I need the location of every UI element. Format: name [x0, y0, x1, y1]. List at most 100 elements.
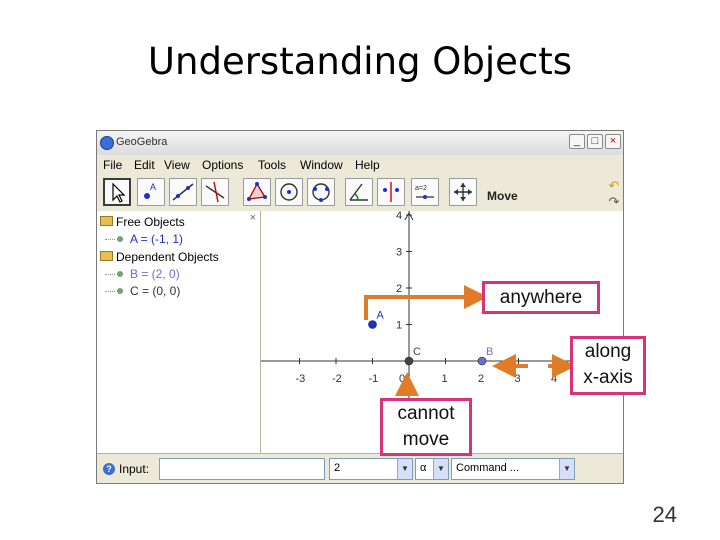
chevron-down-icon[interactable]: ▼	[559, 459, 574, 479]
input-help-icon[interactable]: ?	[103, 463, 115, 475]
geogebra-app-icon	[100, 136, 114, 150]
callout-anywhere: anywhere	[482, 281, 600, 314]
x-tick-label: 3	[515, 373, 521, 385]
x-tick-label: 0	[399, 373, 405, 385]
angle-icon	[349, 183, 368, 201]
algebra-item-a[interactable]: A = (-1, 1)	[105, 232, 183, 246]
algebra-item-a-text: A = (-1, 1)	[130, 232, 184, 246]
slider-tool-label: a=2	[415, 185, 427, 192]
x-tick-label: 4	[551, 373, 557, 385]
symbol-combo[interactable]: α ▼	[415, 458, 449, 480]
input-field[interactable]	[159, 458, 325, 480]
line-icon	[172, 183, 194, 201]
callout-cannot-move: cannot move	[380, 398, 472, 456]
callout-anywhere-text: anywhere	[499, 287, 583, 308]
point-tool-label: A	[150, 182, 156, 192]
x-tick-label: -2	[332, 373, 342, 385]
command-combo[interactable]: Command ... ▼	[451, 458, 575, 480]
number-combo[interactable]: 2 ▼	[329, 458, 413, 480]
x-tick-label: 2	[478, 373, 484, 385]
x-tick-label: 1	[442, 373, 448, 385]
visibility-dot-icon[interactable]	[117, 236, 123, 242]
cursor-arrow-icon	[112, 182, 126, 203]
algebra-item-c-text: C = (0, 0)	[130, 284, 181, 298]
visibility-dot-icon[interactable]	[117, 271, 123, 277]
point-tool[interactable]: A	[137, 178, 165, 206]
callout-along-line2: x-axis	[583, 367, 633, 388]
move-view-arrows-icon	[454, 183, 472, 201]
menu-help[interactable]: Help	[355, 158, 380, 172]
point-c-label: C	[413, 346, 421, 358]
free-objects-label: Free Objects	[116, 215, 185, 229]
x-tick-label: -1	[369, 373, 379, 385]
algebra-item-b-text: B = (2, 0)	[130, 267, 180, 281]
move-view-tool[interactable]	[449, 178, 477, 206]
move-tool[interactable]	[103, 178, 131, 206]
menu-bar: File Edit View Options Tools Window Help	[97, 155, 623, 175]
menu-file[interactable]: File	[103, 158, 122, 172]
folder-icon	[100, 216, 113, 226]
polygon-icon	[247, 182, 267, 201]
y-tick-label: 4	[396, 211, 402, 222]
point-icon: A	[144, 182, 156, 199]
symbol-combo-value: α	[420, 462, 427, 474]
reflect-icon	[383, 182, 399, 202]
chevron-down-icon[interactable]: ▼	[397, 459, 412, 479]
slide-title: Understanding Objects	[147, 40, 573, 83]
menu-view[interactable]: View	[164, 158, 190, 172]
dependent-objects-folder[interactable]: Dependent Objects	[100, 250, 219, 264]
point-b-label: B	[486, 346, 493, 358]
toolbar: A a=2 Move ↶ ↷	[97, 175, 623, 212]
slider-icon: a=2	[415, 185, 434, 199]
menu-options[interactable]: Options	[202, 158, 243, 172]
point-a-label: A	[377, 310, 385, 322]
undo-icon[interactable]: ↶	[607, 179, 621, 193]
menu-edit[interactable]: Edit	[134, 158, 155, 172]
maximize-button[interactable]: □	[587, 134, 603, 149]
callout-along-x-axis: along x-axis	[570, 336, 646, 395]
algebra-view: × Free Objects A = (-1, 1) Dependent Obj…	[97, 211, 261, 453]
menu-window[interactable]: Window	[300, 158, 343, 172]
circle-tool[interactable]	[275, 178, 303, 206]
x-tick-label: -3	[296, 373, 306, 385]
number-combo-value: 2	[334, 462, 341, 474]
line-tool[interactable]	[169, 178, 197, 206]
point-b[interactable]	[477, 356, 487, 366]
input-label: Input:	[119, 462, 150, 476]
minimize-button[interactable]: _	[569, 134, 585, 149]
algebra-item-c[interactable]: C = (0, 0)	[105, 284, 180, 298]
algebra-close-icon[interactable]: ×	[250, 212, 256, 224]
perpendicular-icon	[205, 181, 225, 203]
y-tick-label: 3	[396, 247, 402, 259]
command-combo-value: Command ...	[456, 462, 519, 474]
point-c[interactable]	[404, 356, 414, 366]
reflect-tool[interactable]	[377, 178, 405, 206]
y-tick-label: 2	[396, 283, 402, 295]
close-button[interactable]: ×	[605, 134, 621, 149]
y-tick-label: 1	[396, 320, 402, 332]
folder-icon	[100, 251, 113, 261]
free-objects-folder[interactable]: Free Objects	[100, 215, 185, 229]
window-title: GeoGebra	[116, 136, 168, 148]
page-number: 24	[652, 502, 677, 527]
circle-icon	[280, 183, 298, 201]
perpendicular-tool[interactable]	[201, 178, 229, 206]
point-a[interactable]	[368, 320, 377, 329]
slider-tool[interactable]: a=2	[411, 178, 439, 206]
dependent-objects-label: Dependent Objects	[116, 250, 219, 264]
current-mode-label: Move	[487, 189, 518, 203]
menu-tools[interactable]: Tools	[258, 158, 286, 172]
polygon-tool[interactable]	[243, 178, 271, 206]
circle-three-points-icon	[312, 183, 330, 202]
callout-cannot-line2: move	[402, 429, 450, 450]
input-bar: ? Input: 2 ▼ α ▼ Command ... ▼	[97, 453, 623, 483]
callout-cannot-line1: cannot	[397, 403, 455, 424]
callout-along-line1: along	[584, 341, 632, 362]
redo-icon[interactable]: ↷	[607, 195, 621, 209]
algebra-item-b[interactable]: B = (2, 0)	[105, 267, 180, 281]
visibility-dot-icon[interactable]	[117, 288, 123, 294]
chevron-down-icon[interactable]: ▼	[433, 459, 448, 479]
conic-tool[interactable]	[307, 178, 335, 206]
title-bar: GeoGebra _ □ ×	[97, 131, 623, 156]
angle-tool[interactable]	[345, 178, 373, 206]
